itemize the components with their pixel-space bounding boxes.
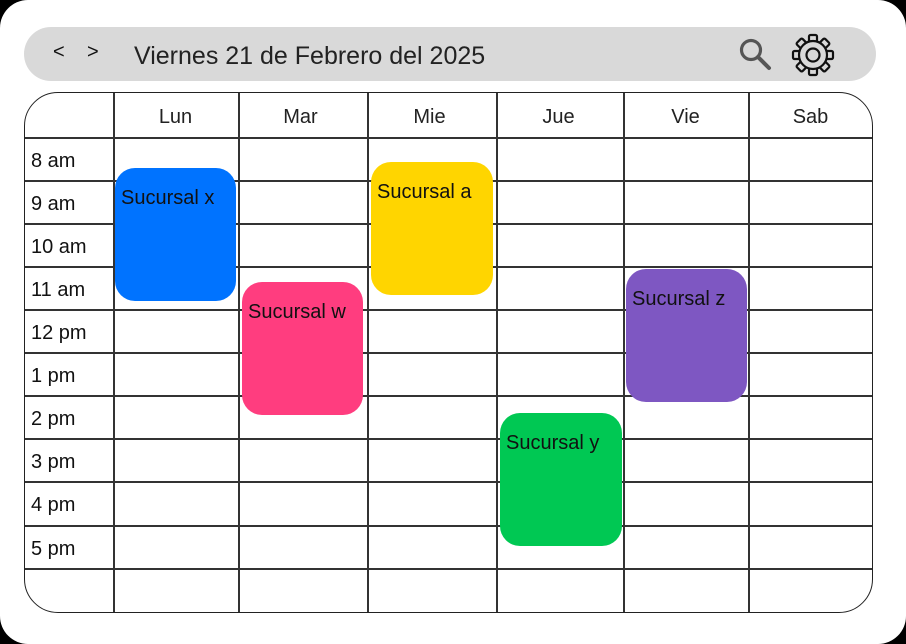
grid-row-line [25,568,872,570]
grid-row-line [25,438,872,440]
time-label: 4 pm [31,494,76,516]
current-date-title: Viernes 21 de Febrero del 2025 [134,42,486,70]
event-sucursal-z[interactable]: Sucursal z [626,269,747,402]
day-header-vie: Vie [671,106,700,128]
event-sucursal-x[interactable]: Sucursal x [115,168,236,301]
day-header-mar: Mar [283,106,318,128]
event-sucursal-a[interactable]: Sucursal a [371,162,493,295]
event-sucursal-w[interactable]: Sucursal w [242,282,363,415]
event-label: Sucursal x [121,187,215,209]
previous-day-button[interactable]: < [53,40,65,64]
event-label: Sucursal y [506,432,600,454]
grid-row-line [25,481,872,483]
event-label: Sucursal w [248,301,346,323]
day-header-mie: Mie [413,106,446,128]
event-label: Sucursal a [377,181,472,203]
time-label: 8 am [31,150,76,172]
search-icon[interactable] [738,37,772,71]
next-day-button[interactable]: > [87,40,99,64]
week-calendar-grid: Lun Mar Mie Jue Vie Sab 8 am 9 am 10 am 11 am 12 p… [24,92,873,613]
time-label: 11 am [31,279,86,301]
grid-row-line [25,395,872,397]
time-label: 12 pm [31,322,87,344]
time-label: 2 pm [31,408,76,430]
day-header-lun: Lun [158,106,193,128]
time-label: 5 pm [31,538,76,560]
time-label: 1 pm [31,365,76,387]
grid-row-line [25,525,872,527]
grid-row-line [25,137,872,139]
top-bar: < > Viernes 21 de Febrero del 2025 [24,27,876,81]
app-frame: < > Viernes 21 de Febrero del 2025 Lun Ma… [0,0,906,644]
event-sucursal-y[interactable]: Sucursal y [500,413,622,546]
gear-icon[interactable] [790,32,836,78]
day-header-jue: Jue [542,106,575,128]
time-label: 9 am [31,193,76,215]
event-label: Sucursal z [632,288,726,310]
time-label: 10 am [31,236,87,258]
time-label: 3 pm [31,451,76,473]
day-header-sab: Sab [792,106,829,128]
